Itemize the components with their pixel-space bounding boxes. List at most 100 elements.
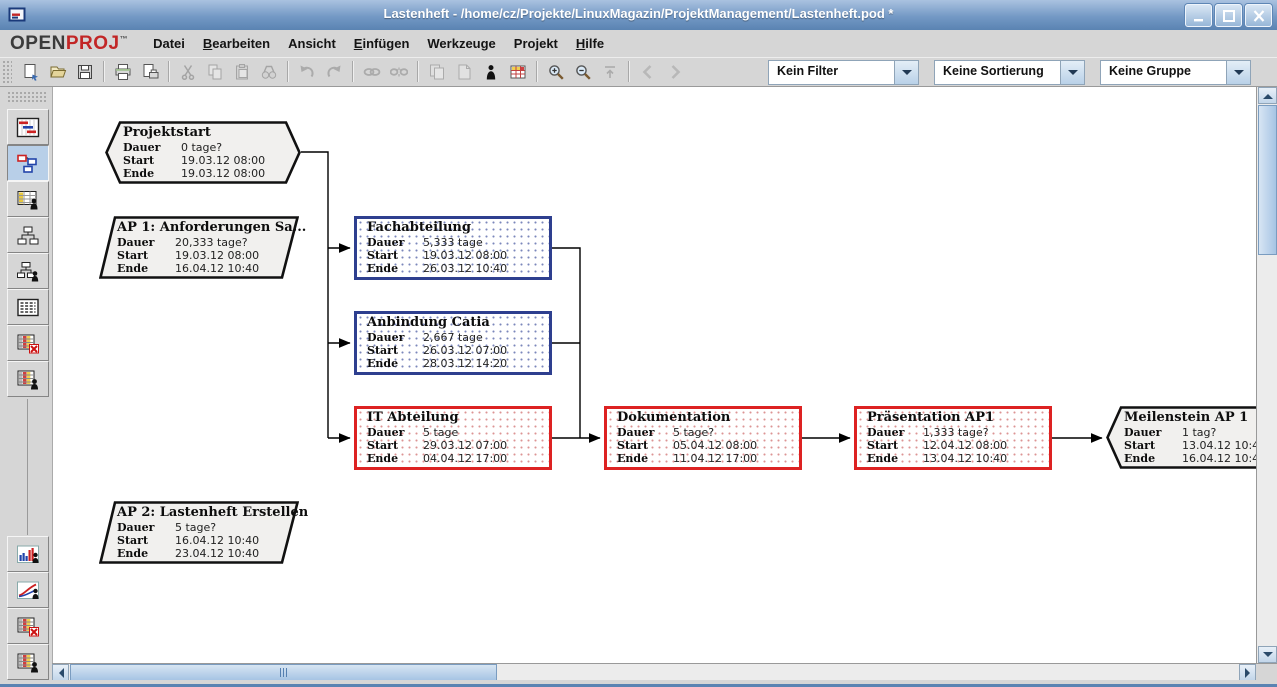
- undo-button[interactable]: [294, 59, 319, 84]
- field-value: 16.04.12 10:40: [1182, 452, 1257, 465]
- close-icon: [1251, 9, 1267, 23]
- task-node-praesentation-ap1[interactable]: Präsentation AP1 Dauer1,333 tage? Start1…: [854, 406, 1052, 470]
- field-label: Start: [867, 439, 898, 452]
- scroll-right-button[interactable]: [1239, 664, 1256, 681]
- assign-resources-button[interactable]: [478, 59, 503, 84]
- triangle-right-icon: [1245, 668, 1255, 678]
- field-value: 1,333 tage?: [923, 426, 989, 439]
- field-value: 5,333 tage: [423, 236, 483, 249]
- task-node-meilenstein-ap1[interactable]: Meilenstein AP 1 Dauer1 tag? Start13.04.…: [1106, 406, 1257, 469]
- menu-einfuegen[interactable]: Einfügen: [345, 32, 419, 55]
- node-title: Meilenstein AP 1: [1124, 410, 1248, 425]
- wbs-view-button[interactable]: [7, 217, 49, 253]
- toolbar-grip[interactable]: [2, 60, 12, 84]
- print-button[interactable]: [110, 59, 135, 84]
- menubar: OPENPROJ™ Datei Bearbeiten Ansicht Einfü…: [0, 30, 1277, 58]
- projects-view-button[interactable]: [7, 289, 49, 325]
- menu-bearbeiten[interactable]: Bearbeiten: [194, 32, 279, 55]
- scroll-down-button[interactable]: [1258, 646, 1277, 663]
- task-table-button[interactable]: [505, 59, 530, 84]
- chevron-down-icon[interactable]: [1060, 61, 1084, 84]
- sidebar-grip[interactable]: [7, 91, 47, 103]
- task-usage-view-button[interactable]: [7, 325, 49, 361]
- task-node-projektstart[interactable]: Projektstart Dauer0 tage? Start19.03.12 …: [105, 121, 301, 184]
- scroll-up-button[interactable]: [1258, 87, 1277, 104]
- redo-button[interactable]: [321, 59, 346, 84]
- charts-icon: [16, 580, 40, 601]
- task-node-it-abteilung[interactable]: IT Abteilung Dauer5 tage Start29.03.12 0…: [354, 406, 552, 470]
- menu-hilfe[interactable]: Hilfe: [567, 32, 613, 55]
- network-diagram-canvas[interactable]: Projektstart Dauer0 tage? Start19.03.12 …: [52, 87, 1257, 663]
- group-combobox[interactable]: Keine Gruppe: [1100, 60, 1251, 85]
- charts-view-button[interactable]: [7, 572, 49, 608]
- back-button[interactable]: [635, 59, 660, 84]
- copy-button[interactable]: [202, 59, 227, 84]
- task-node-fachabteilung[interactable]: Fachabteilung Dauer5,333 tage Start19.03…: [354, 216, 552, 280]
- task-usage-detail-view-button[interactable]: [7, 608, 49, 644]
- menu-ansicht[interactable]: Ansicht: [279, 32, 345, 55]
- field-label: Start: [367, 344, 398, 357]
- link-tasks-button[interactable]: [359, 59, 384, 84]
- resources-view-button[interactable]: [7, 181, 49, 217]
- vertical-scrollbar[interactable]: [1256, 87, 1277, 663]
- save-icon: [76, 63, 94, 81]
- field-label: Ende: [117, 262, 148, 275]
- task-node-anbindung-catia[interactable]: Anbindung Catia Dauer2,667 tage Start26.…: [354, 311, 552, 375]
- field-value: 04.04.12 17:00: [423, 452, 507, 465]
- scroll-to-task-button[interactable]: [597, 59, 622, 84]
- unlink-tasks-button[interactable]: [386, 59, 411, 84]
- cut-icon: [179, 63, 197, 81]
- task-node-ap1[interactable]: AP 1: Anforderungen Sa... Dauer20,333 ta…: [99, 216, 299, 279]
- field-label: Dauer: [367, 331, 404, 344]
- toolbar-separator: [536, 61, 537, 82]
- cut-button[interactable]: [175, 59, 200, 84]
- vertical-scrollbar-thumb[interactable]: [1258, 105, 1277, 255]
- paste-button[interactable]: [229, 59, 254, 84]
- scroll-left-button[interactable]: [52, 664, 69, 681]
- rbs-view-button[interactable]: [7, 253, 49, 289]
- menu-datei[interactable]: Datei: [144, 32, 194, 55]
- menu-projekt[interactable]: Projekt: [505, 32, 567, 55]
- field-label: Ende: [1124, 452, 1155, 465]
- minimize-button[interactable]: [1185, 4, 1212, 27]
- new-button[interactable]: [18, 59, 43, 84]
- field-value: 19.03.12 08:00: [175, 249, 259, 262]
- task-notes-button[interactable]: [451, 59, 476, 84]
- print-preview-button[interactable]: [137, 59, 162, 84]
- filter-combobox[interactable]: Kein Filter: [768, 60, 919, 85]
- forward-button[interactable]: [662, 59, 687, 84]
- task-information-button[interactable]: [424, 59, 449, 84]
- horizontal-scrollbar-thumb[interactable]: [70, 664, 497, 681]
- maximize-button[interactable]: [1215, 4, 1242, 27]
- window-title: Lastenheft - /home/cz/Projekte/LinuxMaga…: [0, 6, 1277, 21]
- menu-werkzeuge[interactable]: Werkzeuge: [418, 32, 504, 55]
- field-label: Start: [367, 439, 398, 452]
- task-node-ap2[interactable]: AP 2: Lastenheft Erstellen Dauer5 tage? …: [99, 501, 299, 564]
- network-view-button[interactable]: [7, 145, 49, 181]
- toolbar-separator: [352, 61, 353, 82]
- gantt-icon: [16, 117, 40, 138]
- titlebar[interactable]: Lastenheft - /home/cz/Projekte/LinuxMaga…: [0, 0, 1277, 31]
- close-button[interactable]: [1245, 4, 1272, 27]
- task-node-dokumentation[interactable]: Dokumentation Dauer5 tage? Start05.04.12…: [604, 406, 802, 470]
- chevron-down-icon[interactable]: [1226, 61, 1250, 84]
- resource-usage-view-button[interactable]: [7, 361, 49, 397]
- zoom-out-button[interactable]: [570, 59, 595, 84]
- sort-combobox[interactable]: Keine Sortierung: [934, 60, 1085, 85]
- find-button[interactable]: [256, 59, 281, 84]
- field-value: 11.04.12 17:00: [673, 452, 757, 465]
- field-label: Ende: [867, 452, 898, 465]
- zoom-in-button[interactable]: [543, 59, 568, 84]
- gantt-view-button[interactable]: [7, 109, 49, 145]
- task-information-icon: [428, 63, 446, 81]
- view-sidebar: [0, 87, 52, 681]
- field-label: Ende: [367, 262, 398, 275]
- histogram-view-button[interactable]: [7, 536, 49, 572]
- table-x-icon: [16, 616, 40, 637]
- resource-usage-detail-view-button[interactable]: [7, 644, 49, 680]
- redo-icon: [325, 63, 343, 81]
- toolbar-separator: [103, 61, 104, 82]
- open-button[interactable]: [45, 59, 70, 84]
- chevron-down-icon[interactable]: [894, 61, 918, 84]
- save-button[interactable]: [72, 59, 97, 84]
